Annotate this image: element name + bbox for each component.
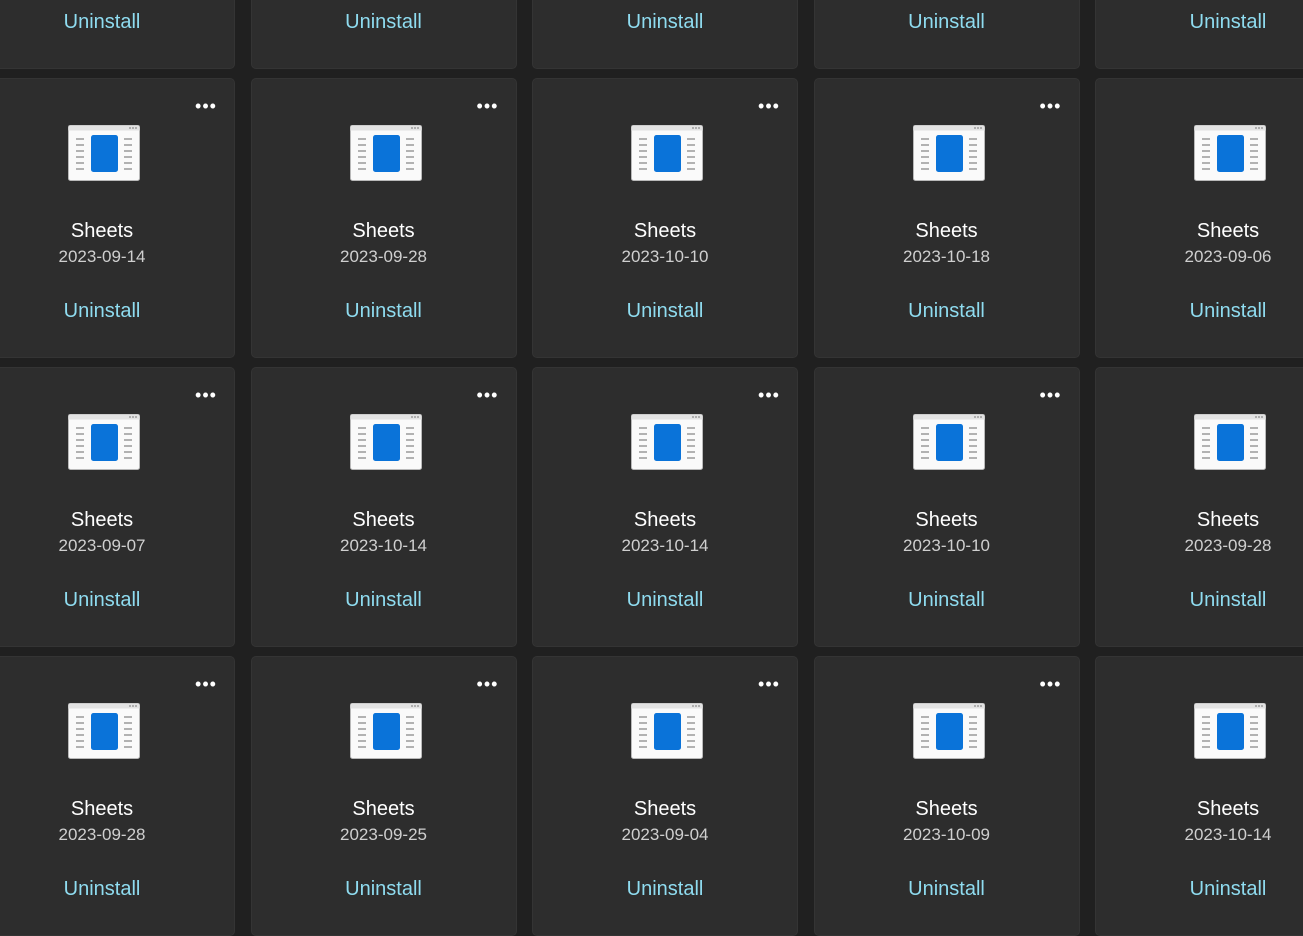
uninstall-button[interactable]: Uninstall <box>0 299 234 323</box>
install-date: 2023-09-28 <box>1184 536 1272 555</box>
uninstall-button[interactable]: Uninstall <box>815 10 1079 34</box>
uninstall-button[interactable]: Uninstall <box>0 877 234 901</box>
more-options-button[interactable]: ••• <box>757 386 781 404</box>
uninstall-button[interactable]: Uninstall <box>815 299 1079 323</box>
uninstall-button[interactable]: Uninstall <box>0 10 234 34</box>
app-card: ••• Sheets 2023-10-09 Uninstall <box>813 656 1080 936</box>
app-card: ••• Sheets 2023-10-14 Uninstall <box>250 367 517 647</box>
app-card: ••• Sheets 2023-09-06 Uninstall <box>1095 78 1303 358</box>
app-name: Sheets <box>70 220 134 242</box>
app-card: ••• Sheets 2023-10-10 Uninstall <box>532 78 798 358</box>
more-options-button[interactable]: ••• <box>1039 386 1063 404</box>
app-name: Sheets <box>352 798 415 820</box>
app-grid: ••• Uninstall ••• Uninstall ••• Uninstal… <box>0 0 1303 936</box>
app-card: ••• Uninstall <box>532 0 798 69</box>
uninstall-button[interactable]: Uninstall <box>815 588 1079 612</box>
sheets-app-icon <box>912 125 985 181</box>
uninstall-button[interactable]: Uninstall <box>1096 299 1303 323</box>
install-date: 2023-10-10 <box>903 536 990 555</box>
app-card: ••• Sheets 2023-09-07 Uninstall <box>0 367 235 647</box>
app-card: ••• Sheets 2023-09-28 Uninstall <box>250 78 517 358</box>
uninstall-button[interactable]: Uninstall <box>1096 588 1303 612</box>
app-card: ••• Sheets 2023-10-18 Uninstall <box>813 78 1080 358</box>
app-name: Sheets <box>915 220 978 242</box>
install-date: 2023-10-18 <box>903 247 990 266</box>
app-card: ••• Sheets 2023-09-04 Uninstall <box>532 656 798 936</box>
more-options-button[interactable]: ••• <box>757 675 781 693</box>
sheets-app-icon <box>1194 703 1266 759</box>
install-date: 2023-10-14 <box>1184 825 1272 844</box>
install-date: 2023-09-06 <box>1184 247 1272 266</box>
uninstall-button[interactable]: Uninstall <box>252 299 516 323</box>
app-name: Sheets <box>70 798 134 820</box>
install-date: 2023-09-28 <box>340 247 427 266</box>
sheets-app-icon <box>631 125 703 181</box>
app-card: ••• Sheets 2023-10-10 Uninstall <box>813 367 1080 647</box>
uninstall-button[interactable]: Uninstall <box>252 10 516 34</box>
sheets-app-icon <box>349 125 422 181</box>
install-date: 2023-10-10 <box>621 247 709 266</box>
sheets-app-icon <box>631 414 703 470</box>
app-card: ••• Sheets 2023-10-14 Uninstall <box>532 367 798 647</box>
more-options-button[interactable]: ••• <box>194 675 218 693</box>
uninstall-button[interactable]: Uninstall <box>533 877 797 901</box>
app-card: ••• Uninstall <box>813 0 1080 69</box>
app-card: ••• Sheets 2023-09-28 Uninstall <box>1095 367 1303 647</box>
sheets-app-icon <box>349 414 422 470</box>
sheets-app-icon <box>68 703 140 759</box>
app-name: Sheets <box>1196 798 1260 820</box>
app-card: ••• Uninstall <box>250 0 517 69</box>
more-options-button[interactable]: ••• <box>1039 675 1063 693</box>
more-options-button[interactable]: ••• <box>476 675 500 693</box>
install-date: 2023-10-09 <box>903 825 990 844</box>
app-name: Sheets <box>633 220 697 242</box>
install-date: 2023-09-07 <box>58 536 146 555</box>
app-card: ••• Sheets 2023-09-14 Uninstall <box>0 78 235 358</box>
app-name: Sheets <box>915 509 978 531</box>
more-options-button[interactable]: ••• <box>757 97 781 115</box>
app-name: Sheets <box>915 798 978 820</box>
sheets-app-icon <box>631 703 703 759</box>
app-name: Sheets <box>1196 509 1260 531</box>
uninstall-button[interactable]: Uninstall <box>0 588 234 612</box>
install-date: 2023-10-14 <box>340 536 427 555</box>
app-card: ••• Sheets 2023-09-25 Uninstall <box>250 656 517 936</box>
uninstall-button[interactable]: Uninstall <box>815 877 1079 901</box>
install-date: 2023-09-28 <box>58 825 146 844</box>
install-date: 2023-10-14 <box>621 536 709 555</box>
uninstall-button[interactable]: Uninstall <box>252 877 516 901</box>
app-card: ••• Uninstall <box>1095 0 1303 69</box>
app-name: Sheets <box>633 509 697 531</box>
sheets-app-icon <box>1194 125 1266 181</box>
sheets-app-icon <box>349 703 422 759</box>
more-options-button[interactable]: ••• <box>194 97 218 115</box>
app-card: ••• Sheets 2023-09-28 Uninstall <box>0 656 235 936</box>
uninstall-button[interactable]: Uninstall <box>1096 10 1303 34</box>
app-name: Sheets <box>352 509 415 531</box>
app-name: Sheets <box>1196 220 1260 242</box>
uninstall-button[interactable]: Uninstall <box>533 588 797 612</box>
more-options-button[interactable]: ••• <box>476 386 500 404</box>
app-name: Sheets <box>70 509 134 531</box>
app-name: Sheets <box>352 220 415 242</box>
app-name: Sheets <box>633 798 697 820</box>
app-card: ••• Sheets 2023-10-14 Uninstall <box>1095 656 1303 936</box>
uninstall-button[interactable]: Uninstall <box>533 10 797 34</box>
install-date: 2023-09-25 <box>340 825 427 844</box>
app-card: ••• Uninstall <box>0 0 235 69</box>
sheets-app-icon <box>1194 414 1266 470</box>
install-date: 2023-09-14 <box>58 247 146 266</box>
sheets-app-icon <box>912 414 985 470</box>
more-options-button[interactable]: ••• <box>476 97 500 115</box>
uninstall-button[interactable]: Uninstall <box>252 588 516 612</box>
more-options-button[interactable]: ••• <box>1039 97 1063 115</box>
install-date: 2023-09-04 <box>621 825 709 844</box>
sheets-app-icon <box>68 125 140 181</box>
uninstall-button[interactable]: Uninstall <box>1096 877 1303 901</box>
sheets-app-icon <box>68 414 140 470</box>
more-options-button[interactable]: ••• <box>194 386 218 404</box>
sheets-app-icon <box>912 703 985 759</box>
uninstall-button[interactable]: Uninstall <box>533 299 797 323</box>
